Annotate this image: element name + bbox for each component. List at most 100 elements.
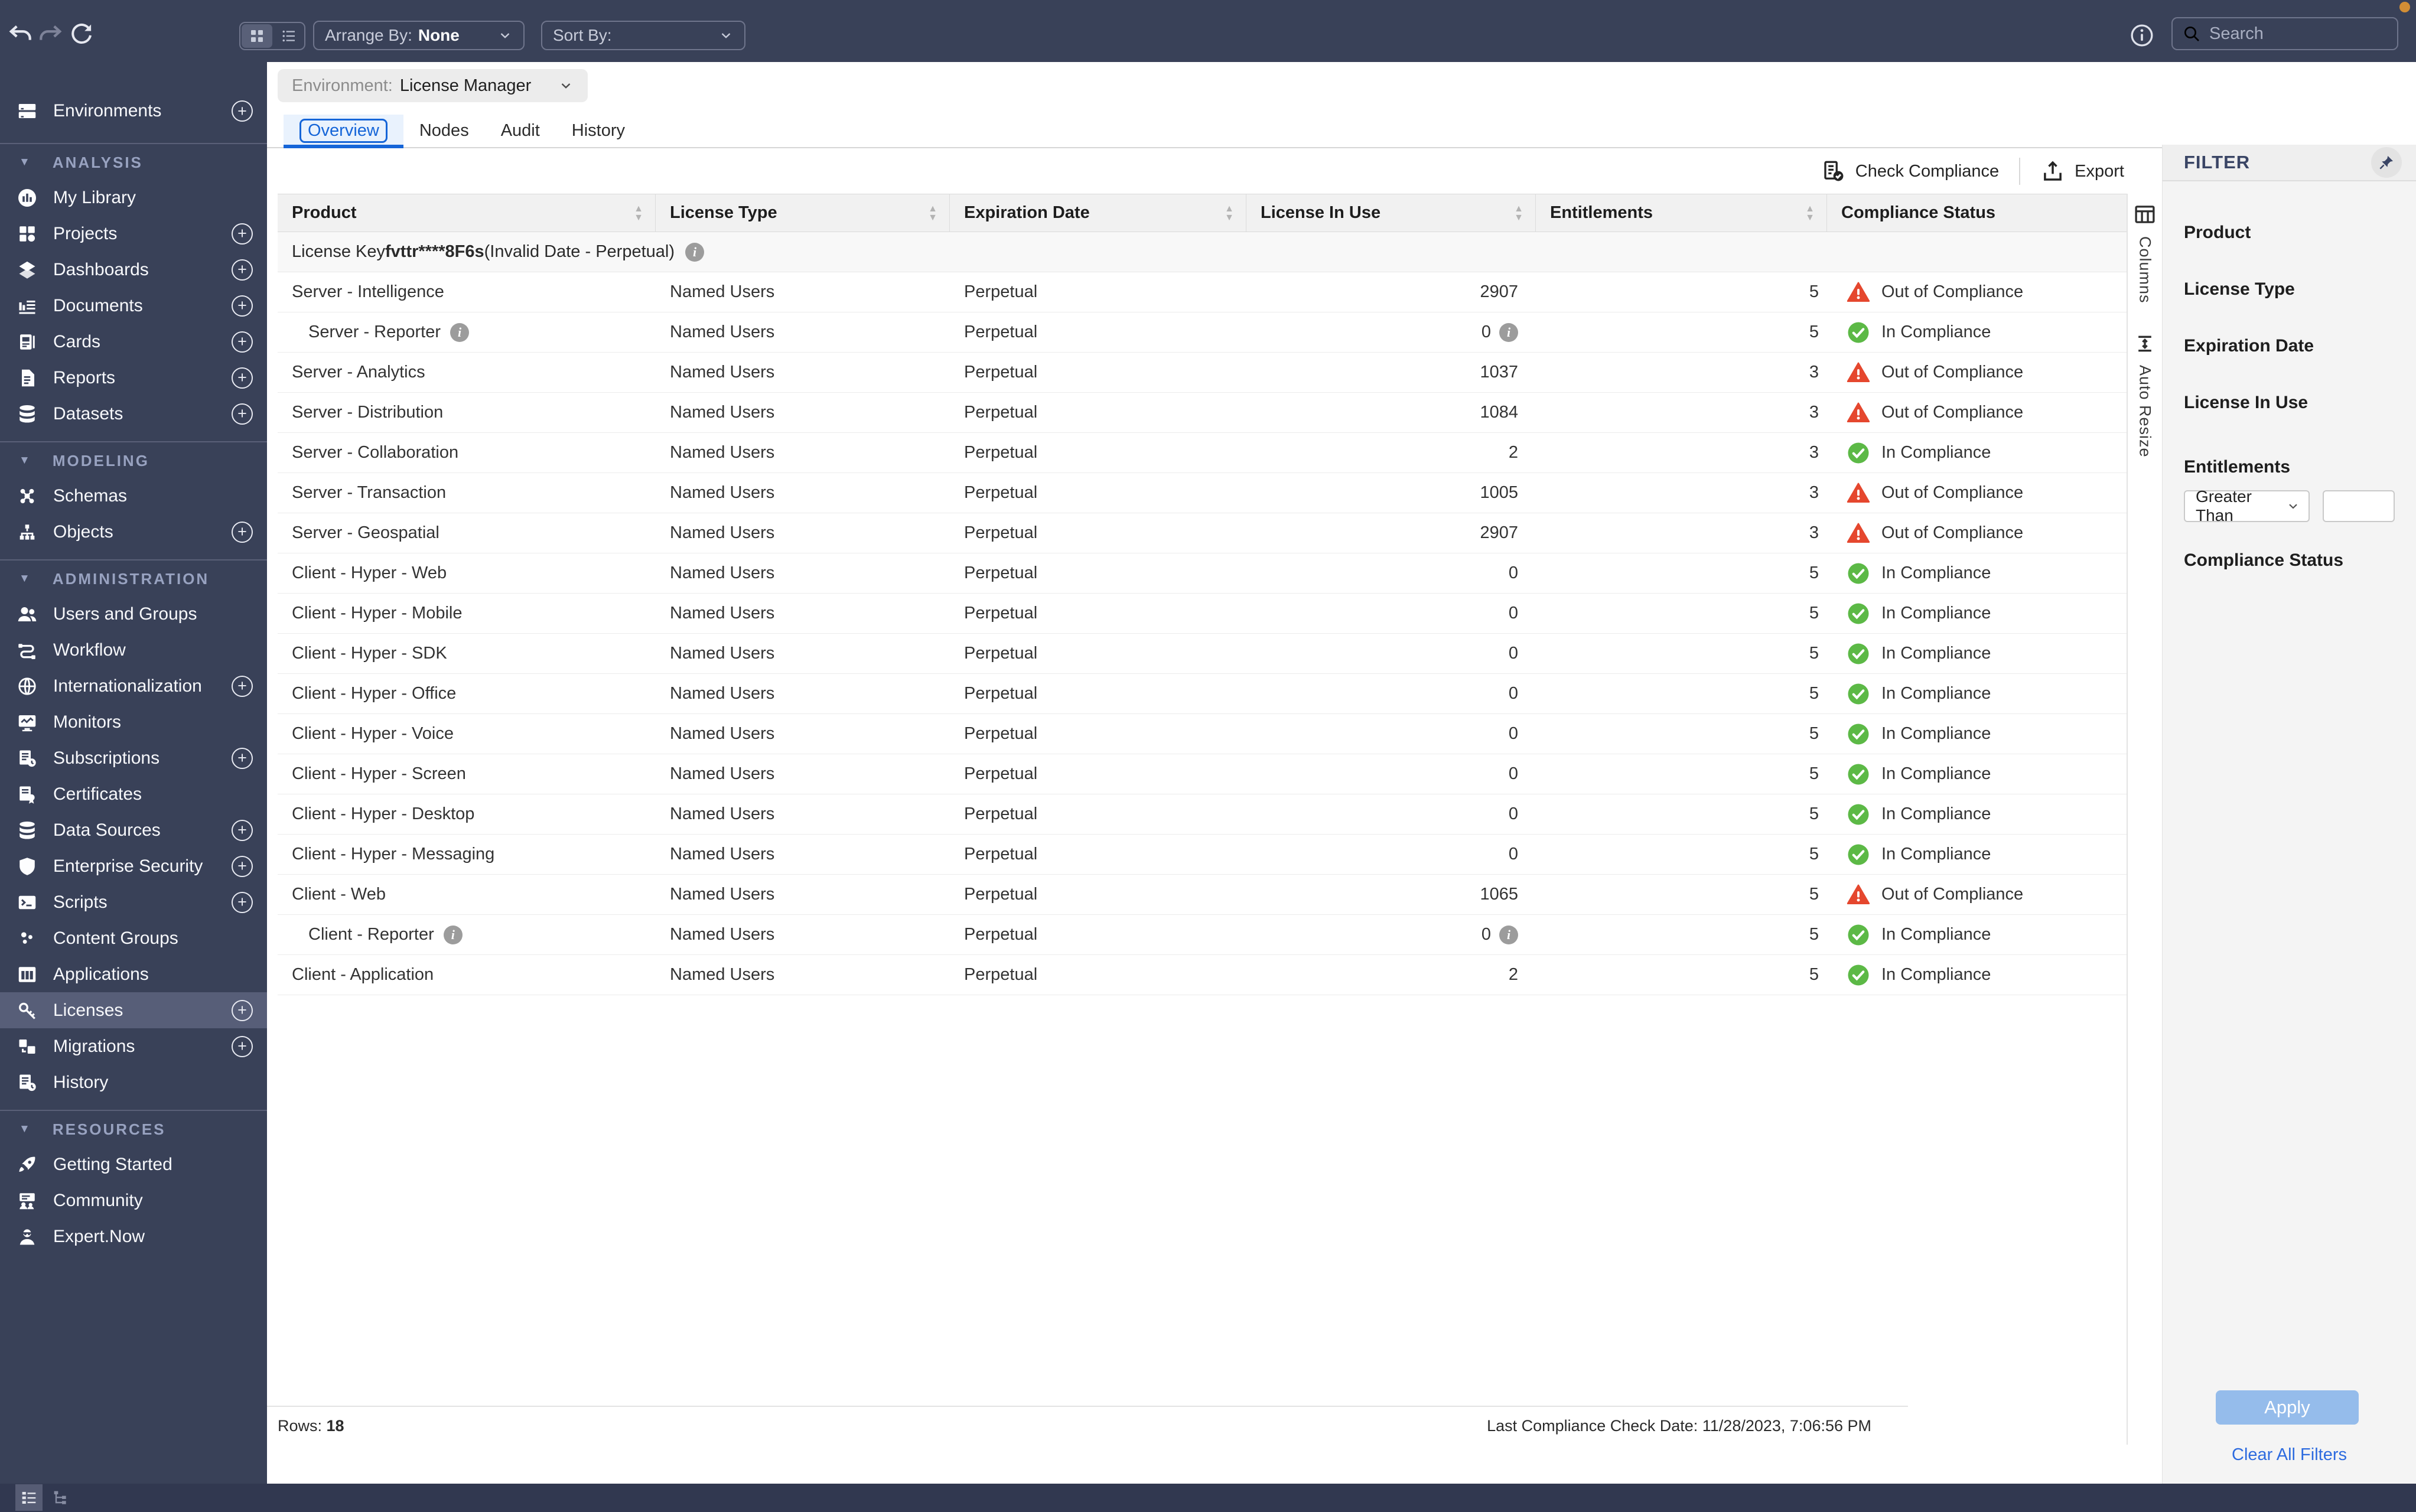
sidebar-item-community[interactable]: Community	[0, 1182, 267, 1218]
table-row[interactable]: Client - ReporteriNamed UsersPerpetual0i…	[278, 915, 2127, 955]
add-icon[interactable]: +	[232, 856, 253, 877]
sidebar-item-reports[interactable]: Reports+	[0, 360, 267, 396]
sidebar-item-data-sources[interactable]: Data Sources+	[0, 812, 267, 848]
filter-field-compliance-status[interactable]: Compliance Status	[2184, 550, 2395, 571]
table-row[interactable]: Server - IntelligenceNamed UsersPerpetua…	[278, 272, 2127, 312]
export-button[interactable]: Export	[2040, 159, 2124, 184]
sort-arrows-icon[interactable]: ▲▼	[1225, 204, 1234, 222]
add-icon[interactable]: +	[232, 223, 253, 245]
sidebar-section-resources[interactable]: ▼RESOURCES	[0, 1112, 267, 1146]
clear-all-filters-link[interactable]: Clear All Filters	[2163, 1445, 2416, 1465]
sidebar-item-users-and-groups[interactable]: Users and Groups	[0, 596, 267, 632]
sidebar-item-datasets[interactable]: Datasets+	[0, 396, 267, 432]
sort-arrows-icon[interactable]: ▲▼	[928, 204, 937, 222]
filter-field-entitlements[interactable]: Entitlements	[2184, 457, 2395, 477]
filter-field-license-in-use[interactable]: License In Use	[2184, 393, 2395, 413]
column-header-expiration-date[interactable]: Expiration Date▲▼	[950, 194, 1246, 232]
undo-icon[interactable]	[7, 21, 34, 48]
table-row[interactable]: Client - WebNamed UsersPerpetual10655Out…	[278, 875, 2127, 915]
sort-by-dropdown[interactable]: Sort By:	[541, 21, 745, 50]
sort-arrows-icon[interactable]: ▲▼	[1514, 204, 1523, 222]
add-icon[interactable]: +	[232, 676, 253, 697]
apply-button[interactable]: Apply	[2216, 1390, 2359, 1425]
info-icon[interactable]: i	[1499, 926, 1518, 944]
tab-overview[interactable]: Overview	[284, 115, 403, 147]
sidebar-item-dashboards[interactable]: Dashboards+	[0, 252, 267, 288]
license-key-group-row[interactable]: License Key fvttr****8F6s (Invalid Date …	[278, 232, 2127, 272]
info-icon[interactable]: i	[444, 926, 463, 944]
sidebar-list-view-button[interactable]	[15, 1484, 43, 1511]
add-icon[interactable]: +	[232, 259, 253, 281]
table-row[interactable]: Client - Hyper - OfficeNamed UsersPerpet…	[278, 674, 2127, 714]
sidebar-item-cards[interactable]: Cards+	[0, 324, 267, 360]
table-row[interactable]: Server - CollaborationNamed UsersPerpetu…	[278, 433, 2127, 473]
table-row[interactable]: Client - ApplicationNamed UsersPerpetual…	[278, 955, 2127, 995]
add-icon[interactable]: +	[232, 295, 253, 317]
add-icon[interactable]: +	[232, 367, 253, 389]
sort-arrows-icon[interactable]: ▲▼	[634, 204, 643, 222]
add-icon[interactable]: +	[232, 892, 253, 913]
table-row[interactable]: Server - AnalyticsNamed UsersPerpetual10…	[278, 353, 2127, 393]
auto-resize-button[interactable]: Auto Resize	[2128, 332, 2162, 458]
table-row[interactable]: Client - Hyper - WebNamed UsersPerpetual…	[278, 553, 2127, 594]
search-input[interactable]	[2208, 24, 2388, 44]
table-row[interactable]: Client - Hyper - DesktopNamed UsersPerpe…	[278, 794, 2127, 835]
environment-select[interactable]: Environment: License Manager	[278, 69, 588, 102]
sidebar-section-administration[interactable]: ▼ADMINISTRATION	[0, 562, 267, 596]
filter-field-product[interactable]: Product	[2184, 223, 2395, 243]
table-row[interactable]: Server - TransactionNamed UsersPerpetual…	[278, 473, 2127, 513]
add-icon[interactable]: +	[232, 748, 253, 769]
table-row[interactable]: Client - Hyper - SDKNamed UsersPerpetual…	[278, 634, 2127, 674]
add-icon[interactable]: +	[232, 820, 253, 841]
tab-audit[interactable]: Audit	[485, 115, 556, 147]
sidebar-item-licenses[interactable]: Licenses+	[0, 992, 267, 1028]
refresh-icon[interactable]	[69, 21, 96, 48]
table-row[interactable]: Client - Hyper - VoiceNamed UsersPerpetu…	[278, 714, 2127, 754]
sidebar-item-environments[interactable]: Environments+	[0, 89, 267, 133]
add-icon[interactable]: +	[232, 522, 253, 543]
arrange-by-dropdown[interactable]: Arrange By: None	[313, 21, 525, 50]
sidebar-item-monitors[interactable]: Monitors	[0, 704, 267, 740]
redo-icon[interactable]	[37, 21, 64, 48]
sidebar-item-my-library[interactable]: My Library	[0, 180, 267, 216]
table-row[interactable]: Client - Hyper - MessagingNamed UsersPer…	[278, 835, 2127, 875]
sidebar-item-internationalization[interactable]: Internationalization+	[0, 668, 267, 704]
entitlements-operator-select[interactable]: Greater Than	[2184, 490, 2310, 522]
sidebar-item-scripts[interactable]: Scripts+	[0, 884, 267, 920]
sidebar-section-modeling[interactable]: ▼MODELING	[0, 444, 267, 478]
add-icon[interactable]: +	[232, 100, 253, 122]
add-icon[interactable]: +	[232, 331, 253, 353]
columns-button[interactable]: Columns	[2128, 202, 2162, 304]
filter-field-license-type[interactable]: License Type	[2184, 279, 2395, 299]
table-row[interactable]: Client - Hyper - ScreenNamed UsersPerpet…	[278, 754, 2127, 794]
sidebar-item-certificates[interactable]: Certificates	[0, 776, 267, 812]
add-icon[interactable]: +	[232, 1036, 253, 1057]
pin-button[interactable]	[2371, 147, 2402, 178]
column-header-license-type[interactable]: License Type▲▼	[656, 194, 950, 232]
add-icon[interactable]: +	[232, 403, 253, 425]
info-icon[interactable]: i	[685, 243, 704, 262]
entitlements-value-input[interactable]	[2323, 490, 2395, 522]
sidebar-item-applications[interactable]: Applications	[0, 956, 267, 992]
sidebar-item-objects[interactable]: Objects+	[0, 514, 267, 550]
sidebar-item-schemas[interactable]: Schemas	[0, 478, 267, 514]
sidebar-item-migrations[interactable]: Migrations+	[0, 1028, 267, 1064]
sidebar-tree-view-button[interactable]	[47, 1484, 74, 1511]
sidebar-item-history[interactable]: History	[0, 1064, 267, 1100]
sidebar-item-workflow[interactable]: Workflow	[0, 632, 267, 668]
info-icon[interactable]: i	[450, 323, 469, 342]
sort-arrows-icon[interactable]: ▲▼	[1805, 204, 1815, 222]
table-row[interactable]: Client - Hyper - MobileNamed UsersPerpet…	[278, 594, 2127, 634]
sidebar-item-enterprise-security[interactable]: Enterprise Security+	[0, 848, 267, 884]
check-compliance-button[interactable]: Check Compliance	[1821, 159, 1999, 184]
add-icon[interactable]: +	[232, 1000, 253, 1021]
column-header-entitlements[interactable]: Entitlements▲▼	[1536, 194, 1827, 232]
table-row[interactable]: Server - GeospatialNamed UsersPerpetual2…	[278, 513, 2127, 553]
column-header-license-in-use[interactable]: License In Use▲▼	[1246, 194, 1536, 232]
column-header-product[interactable]: Product▲▼	[278, 194, 656, 232]
sidebar-section-analysis[interactable]: ▼ANALYSIS	[0, 145, 267, 180]
tab-nodes[interactable]: Nodes	[403, 115, 485, 147]
sidebar-item-projects[interactable]: Projects+	[0, 216, 267, 252]
sidebar-item-documents[interactable]: Documents+	[0, 288, 267, 324]
sidebar-item-expert-now[interactable]: Expert.Now	[0, 1218, 267, 1254]
